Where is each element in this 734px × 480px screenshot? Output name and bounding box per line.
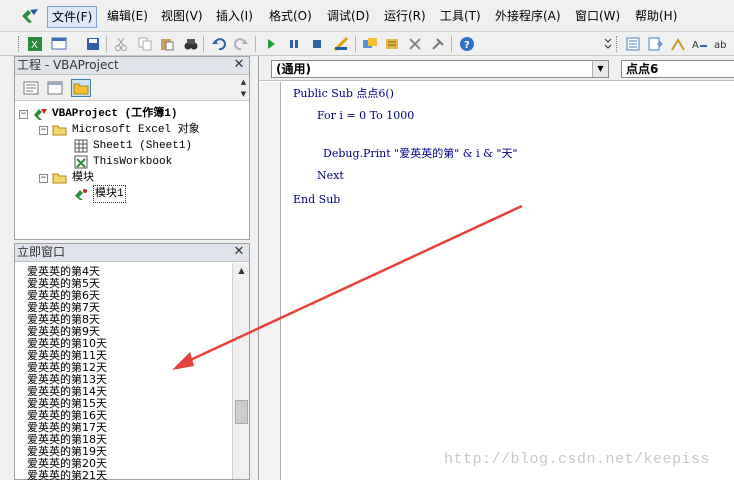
redo-icon[interactable] [232, 35, 250, 53]
menu-file[interactable]: 文件(F) [47, 6, 98, 28]
excel-vba-icon [20, 7, 40, 25]
svg-text:X: X [31, 40, 38, 51]
view-object-icon[interactable] [45, 79, 65, 97]
procedure-combo-value: 点点6 [626, 62, 659, 76]
code-window: (通用) ▼ 点点6 Public Sub 点点6() For i = 0 To… [258, 56, 734, 480]
tree-node-vbaproject[interactable]: − VBAProject (工作簿1) [19, 106, 177, 122]
complete-word-icon[interactable]: ab [713, 35, 731, 53]
tree-node-excel-objects[interactable]: − Microsoft Excel 对象 [39, 122, 200, 138]
menu-format[interactable]: 格式(O) [265, 6, 316, 28]
vbaproject-icon [32, 107, 48, 121]
menu-help[interactable]: 帮助(H) [631, 6, 681, 28]
toolbar-grip[interactable] [18, 36, 21, 52]
module-icon [73, 187, 89, 201]
collapse-icon[interactable]: − [39, 125, 48, 135]
code-header: (通用) ▼ 点点6 [259, 56, 734, 81]
tree-label: ThisWorkbook [93, 156, 173, 168]
copy-icon[interactable] [136, 35, 154, 53]
immediate-window: 立即窗口 ✕ 爱英英的第4天 爱英英的第5天 爱英英的第6天 爱英英的第7天 爱… [14, 243, 250, 480]
project-explorer: 工程 - VBAProject ✕ ▲ ▼ − VBAProject (工作簿1… [14, 56, 250, 240]
object-browser-icon[interactable] [406, 35, 424, 53]
immediate-window-title-text: 立即窗口 [17, 245, 66, 259]
tree-node-module1[interactable]: 模块1 [73, 185, 126, 203]
view-code-icon[interactable] [21, 79, 41, 97]
svg-text:ab: ab [714, 40, 726, 51]
code-line[interactable]: End Sub [293, 193, 340, 206]
scroll-up-icon[interactable]: ▲ [235, 264, 248, 278]
project-explorer-icon[interactable] [361, 35, 379, 53]
folder-open-icon [52, 171, 68, 185]
folder-open-icon [52, 123, 68, 137]
close-icon[interactable]: ✕ [232, 58, 246, 72]
object-combo-value: (通用) [276, 62, 311, 76]
tree-label: 模块 [72, 172, 94, 184]
code-line[interactable]: Public Sub 点点6() [293, 85, 394, 101]
menu-window[interactable]: 窗口(W) [571, 6, 624, 28]
toolbar-overflow-icon[interactable] [599, 35, 617, 53]
tree-node-sheet1[interactable]: Sheet1 (Sheet1) [73, 138, 192, 154]
undo-icon[interactable] [210, 35, 228, 53]
code-margin[interactable] [259, 82, 281, 480]
output-line: 爱英英的第21天 [27, 469, 107, 480]
toolbox-icon[interactable] [429, 35, 447, 53]
list-constants-icon[interactable] [646, 35, 664, 53]
list-properties-icon[interactable] [624, 35, 642, 53]
project-toolbar: ▲ ▼ [15, 75, 249, 101]
object-combo[interactable]: (通用) ▼ [271, 60, 609, 78]
toggle-folders-icon[interactable] [71, 79, 91, 97]
tree-node-thisworkbook[interactable]: ThisWorkbook [73, 154, 172, 170]
menu-debug[interactable]: 调试(D) [323, 6, 374, 28]
menu-bar: 文件(F) 编辑(E) 视图(V) 插入(I) 格式(O) 调试(D) 运行(R… [0, 0, 734, 32]
code-line[interactable]: For i = 0 To 1000 [317, 109, 414, 122]
menu-insert[interactable]: 插入(I) [212, 6, 257, 28]
paste-icon[interactable] [158, 35, 176, 53]
immediate-output[interactable]: 爱英英的第4天 爱英英的第5天 爱英英的第6天 爱英英的第7天 爱英英的第8天 … [27, 266, 227, 480]
scroll-thumb[interactable] [235, 400, 248, 424]
tree-node-modules[interactable]: − 模块 [39, 170, 94, 186]
collapse-icon[interactable]: − [39, 173, 48, 183]
menu-addins[interactable]: 外接程序(A) [491, 6, 565, 28]
tree-label: Microsoft Excel 对象 [72, 124, 200, 136]
chevron-down-icon[interactable]: ▼ [592, 61, 608, 77]
workbook-icon [73, 155, 89, 169]
menu-tools[interactable]: 工具(T) [436, 6, 485, 28]
code-line[interactable]: Debug.Print "爱英英的第" & i & "天" [323, 145, 518, 161]
help-icon[interactable]: ? [458, 35, 476, 53]
menu-edit[interactable]: 编辑(E) [103, 6, 152, 28]
parameter-info-icon[interactable]: A [691, 35, 709, 53]
save-icon[interactable] [84, 35, 102, 53]
close-icon[interactable]: ✕ [232, 245, 246, 259]
project-explorer-title-text: 工程 - VBAProject [17, 58, 119, 72]
menu-run[interactable]: 运行(R) [380, 6, 430, 28]
menu-view[interactable]: 视图(V) [157, 6, 207, 28]
tree-label: Sheet1 (Sheet1) [93, 140, 193, 152]
view-excel-icon[interactable]: X [26, 35, 44, 53]
watermark: http://blog.csdn.net/keepiss [444, 451, 711, 468]
worksheet-icon [73, 139, 89, 153]
project-explorer-title: 工程 - VBAProject ✕ [15, 57, 249, 75]
design-mode-icon[interactable] [332, 35, 350, 53]
insert-userform-icon[interactable] [50, 35, 68, 53]
find-icon[interactable] [182, 35, 200, 53]
tree-label: 模块1 [93, 185, 126, 203]
properties-window-icon[interactable] [383, 35, 401, 53]
toolbar: X ? A ab [0, 32, 734, 56]
break-icon[interactable] [285, 35, 303, 53]
procedure-combo[interactable]: 点点6 [621, 60, 734, 78]
cut-icon[interactable] [112, 35, 130, 53]
reset-icon[interactable] [308, 35, 326, 53]
run-icon[interactable] [262, 35, 280, 53]
code-line[interactable]: Next [317, 169, 344, 182]
toolbar2-grip[interactable] [616, 36, 619, 52]
collapse-icon[interactable]: − [19, 109, 28, 119]
quick-info-icon[interactable] [669, 35, 687, 53]
svg-text:A: A [692, 40, 699, 51]
tree-label: VBAProject (工作簿1) [52, 108, 178, 120]
svg-text:?: ? [464, 40, 470, 51]
toolbar-scroll[interactable]: ▲ ▼ [239, 75, 249, 101]
immediate-scrollbar[interactable]: ▲ [232, 263, 249, 479]
immediate-window-title: 立即窗口 ✕ [15, 244, 249, 262]
